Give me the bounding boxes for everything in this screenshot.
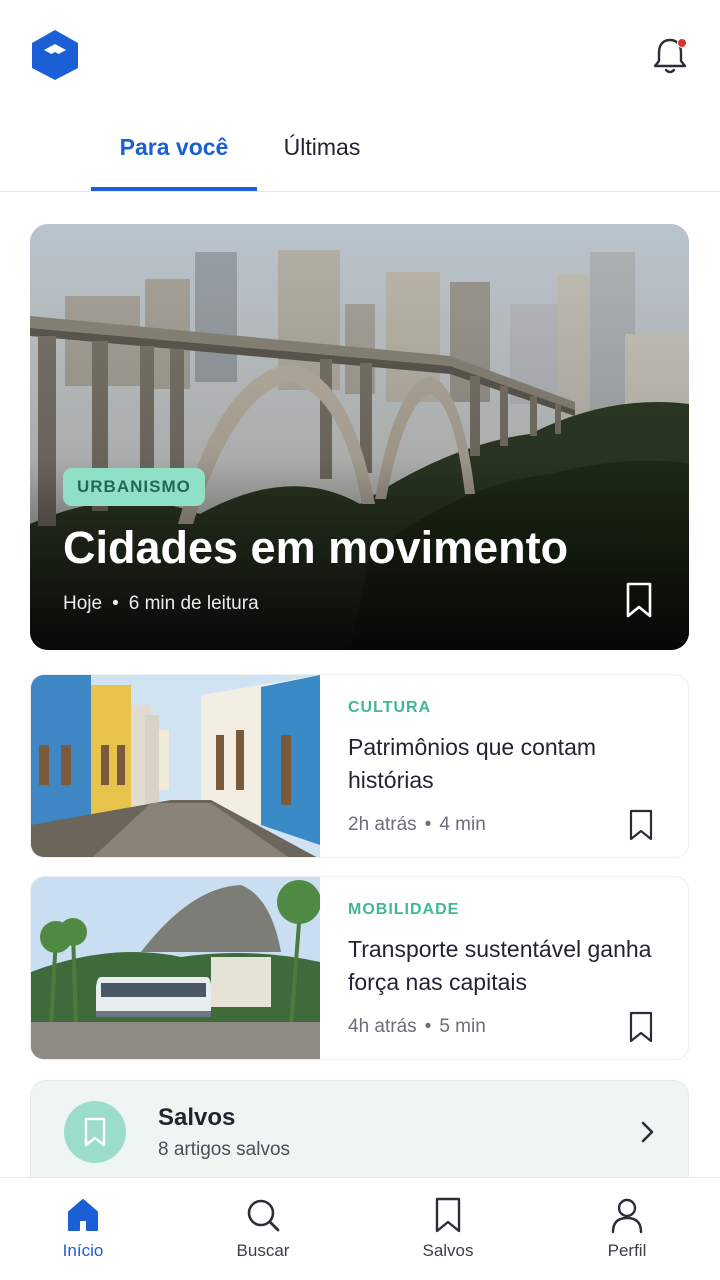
hero-meta: Hoje • 6 min de leitura [63,593,259,615]
chevron-right-icon[interactable] [637,1119,657,1145]
saved-title: Salvos [158,1104,236,1131]
meta-separator: • [112,593,119,614]
article-read-time: 5 min [439,1016,486,1037]
bookmark-icon[interactable] [628,809,654,841]
top-bar [0,0,720,112]
hero-title: Cidades em movimento [63,522,569,573]
hero-category-badge[interactable]: URBANISMO [63,468,205,506]
bookmark-icon [435,1197,461,1233]
hero-read-time: 6 min de leitura [128,593,259,614]
feed-tabs: Para você Últimas [0,112,720,192]
article-meta: 4h atrás • 5 min [348,1016,486,1038]
nav-search[interactable]: Buscar [198,1178,328,1280]
article-card-mobilidade[interactable]: MOBILIDADE Transporte sustentável ganha … [30,876,689,1060]
bookmark-icon [84,1117,106,1147]
article-title: Transporte sustentável ganha força nas c… [348,936,652,995]
nav-profile[interactable]: Perfil [562,1178,692,1280]
article-image-colonial-street [31,675,320,857]
app-logo-icon[interactable] [30,28,80,82]
meta-separator: • [424,1016,432,1037]
article-image-tram [31,877,320,1059]
notification-dot [677,38,687,48]
bottom-navigation: Início Buscar Salvos Perfil [0,1177,720,1280]
article-category[interactable]: CULTURA [348,699,431,717]
nav-home[interactable]: Início [18,1178,148,1280]
article-time: 4h atrás [348,1016,417,1037]
article-time: 2h atrás [348,814,417,835]
nav-saved-label: Salvos [422,1241,474,1260]
hero-article-card[interactable]: URBANISMO Cidades em movimento Hoje • 6 mi… [30,224,689,650]
nav-profile-label: Perfil [607,1241,647,1260]
hero-bookmark-icon[interactable] [624,582,654,618]
article-read-time: 4 min [439,814,486,835]
bookmark-icon[interactable] [628,1011,654,1043]
article-card-cultura[interactable]: CULTURA Patrimônios que contam histórias… [30,674,689,858]
article-title: Patrimônios que contam histórias [348,734,597,793]
tab-ultimas[interactable]: Últimas [272,134,372,161]
nav-search-label: Buscar [236,1241,290,1260]
article-category[interactable]: MOBILIDADE [348,901,459,919]
home-icon [68,1199,98,1231]
saved-articles-card[interactable]: Salvos 8 artigos salvos [30,1080,689,1190]
tab-para-voce[interactable]: Para você [91,134,257,161]
hero-time: Hoje [63,593,103,614]
nav-saved[interactable]: Salvos [383,1178,513,1280]
saved-icon-badge [64,1101,126,1163]
meta-separator: • [424,814,432,835]
user-icon [611,1198,643,1234]
search-icon [247,1199,280,1232]
hero-image [30,224,689,650]
article-meta: 2h atrás • 4 min [348,814,486,836]
active-tab-indicator [91,187,257,191]
nav-home-label: Início [62,1241,104,1260]
saved-count: 8 artigos salvos [158,1139,291,1160]
